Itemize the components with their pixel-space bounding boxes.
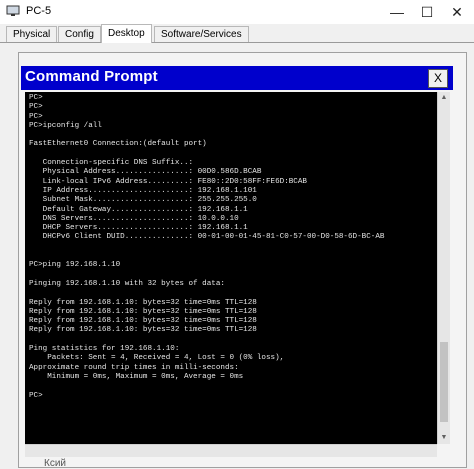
vertical-scrollbar[interactable]: ▲ ▼ xyxy=(437,92,450,444)
terminal-line: PC>ipconfig /all xyxy=(29,121,102,130)
background-label: Ксий xyxy=(44,458,66,469)
scroll-up-icon[interactable]: ▲ xyxy=(438,92,450,104)
tab-bar: Physical Config Desktop Software/Service… xyxy=(0,24,474,43)
terminal-line: Reply from 192.168.1.10: bytes=32 time=0… xyxy=(29,317,257,326)
terminal-line: Ping statistics for 192.168.1.10: xyxy=(29,345,180,354)
horizontal-scrollbar[interactable] xyxy=(25,444,437,457)
terminal-line: PC> xyxy=(29,112,43,121)
terminal-line: Physical Address................: 00D0.5… xyxy=(29,168,262,177)
terminal-line: FastEthernet0 Connection:(default port) xyxy=(29,140,207,149)
terminal-line: Link-local IPv6 Address.........: FE80::… xyxy=(29,177,307,186)
command-prompt-title: Command Prompt xyxy=(25,68,158,85)
terminal-line: IP Address......................: 192.16… xyxy=(29,186,257,195)
terminal-line: Minimum = 0ms, Maximum = 0ms, Average = … xyxy=(29,372,244,381)
terminal-line: PC> xyxy=(29,103,43,112)
terminal-line: Connection-specific DNS Suffix..: xyxy=(29,159,194,168)
minimize-icon[interactable]: — xyxy=(384,2,410,22)
terminal-line: PC>ping 192.168.1.10 xyxy=(29,261,121,270)
terminal-line: Approximate round trip times in milli-se… xyxy=(29,363,239,372)
command-prompt-close-button[interactable]: X xyxy=(428,69,448,88)
pc-app-icon xyxy=(6,5,20,16)
terminal-line: Subnet Mask.....................: 255.25… xyxy=(29,196,257,205)
terminal-line: DHCP Servers....................: 192.16… xyxy=(29,224,248,233)
terminal-line: Reply from 192.168.1.10: bytes=32 time=0… xyxy=(29,326,257,335)
terminal-line: Reply from 192.168.1.10: bytes=32 time=0… xyxy=(29,307,257,316)
terminal-line: Pinging 192.168.1.10 with 32 bytes of da… xyxy=(29,279,225,288)
scroll-down-icon[interactable]: ▼ xyxy=(438,432,450,444)
terminal-output[interactable]: PC> PC> PC> PC>ipconfig /all FastEthernet0 C… xyxy=(25,92,437,444)
command-prompt-titlebar: Command Prompt X xyxy=(21,66,453,90)
terminal-line: DNS Servers.....................: 10.0.0… xyxy=(29,214,239,223)
terminal-line: PC> xyxy=(29,391,43,400)
scroll-thumb[interactable] xyxy=(440,342,448,422)
tab-software-services[interactable]: Software/Services xyxy=(154,26,249,42)
terminal-line: PC> xyxy=(29,94,43,102)
terminal-line: Packets: Sent = 4, Received = 4, Lost = … xyxy=(29,354,285,363)
tab-physical[interactable]: Physical xyxy=(6,26,58,42)
window-title: PC-5 xyxy=(26,5,52,17)
close-icon[interactable]: ✕ xyxy=(444,2,470,22)
terminal-line: Reply from 192.168.1.10: bytes=32 time=0… xyxy=(29,298,257,307)
tab-desktop[interactable]: Desktop xyxy=(101,24,152,43)
terminal-line: Default Gateway.................: 192.16… xyxy=(29,205,248,214)
window-titlebar: PC-5 — ☐ ✕ xyxy=(0,0,474,24)
terminal-line: DHCPv6 Client DUID..............: 00-01-… xyxy=(29,233,385,242)
tab-config[interactable]: Config xyxy=(58,26,101,42)
maximize-icon[interactable]: ☐ xyxy=(414,2,440,22)
